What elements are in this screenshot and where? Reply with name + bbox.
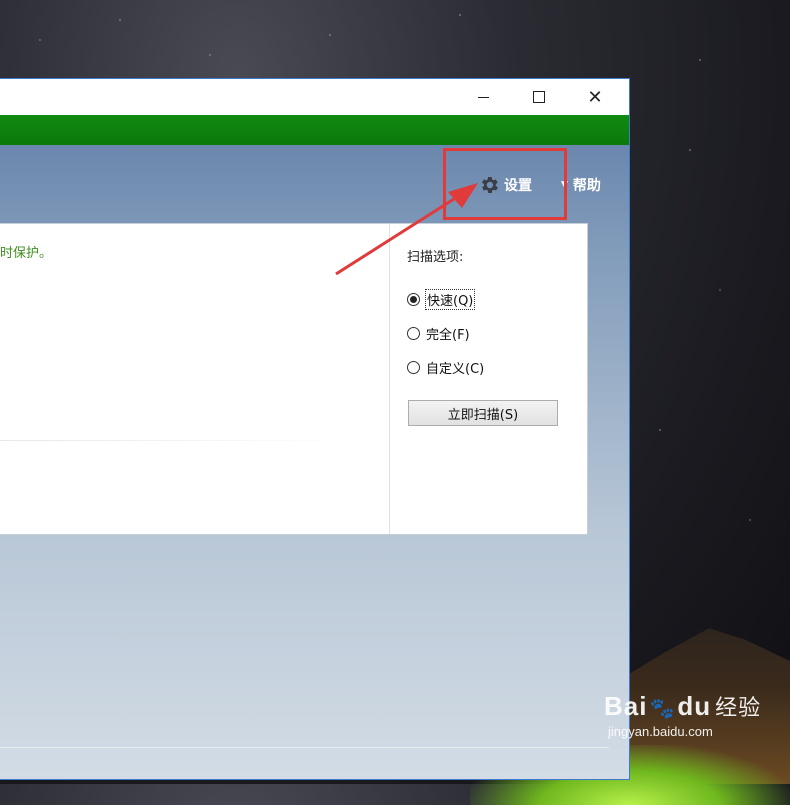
- close-button[interactable]: ✕: [572, 79, 618, 115]
- radio-custom-scan[interactable]: 自定义(C): [407, 358, 484, 377]
- baidu-jingyan-watermark: Bai 🐾du 经验 jingyan.baidu.com: [604, 690, 784, 739]
- close-icon: ✕: [587, 86, 603, 108]
- watermark-brand-suffix: du: [677, 691, 712, 721]
- radio-button-checked[interactable]: [407, 293, 420, 306]
- scan-panel: 时保护。 扫描选项: 快速(Q) 完全(F) 自定义(C) 立即扫描(S): [0, 223, 588, 535]
- radio-button[interactable]: [407, 327, 420, 340]
- divider: [0, 440, 360, 441]
- radio-label: 完全(F): [426, 328, 470, 343]
- radio-label: 自定义(C): [426, 362, 485, 377]
- scan-now-button[interactable]: 立即扫描(S): [408, 400, 558, 426]
- maximize-icon: [533, 91, 545, 103]
- status-header-bar: [0, 115, 629, 145]
- annotation-arrow-icon: [335, 183, 478, 276]
- protection-status-text: 时保护。: [0, 246, 53, 261]
- minimize-icon: [477, 96, 489, 98]
- paw-icon: 🐾: [649, 698, 676, 720]
- watermark-url: jingyan.baidu.com: [608, 724, 713, 739]
- maximize-button[interactable]: [516, 79, 562, 115]
- radio-label: 快速(Q): [424, 289, 476, 310]
- title-bar: ✕: [0, 79, 629, 115]
- bottom-divider: [0, 747, 609, 748]
- watermark-brand: Bai: [604, 691, 648, 721]
- help-label: 帮助: [572, 178, 601, 194]
- radio-button[interactable]: [407, 361, 420, 374]
- radio-quick-scan[interactable]: 快速(Q): [407, 289, 476, 310]
- minimize-button[interactable]: [460, 79, 506, 115]
- radio-full-scan[interactable]: 完全(F): [407, 324, 470, 343]
- watermark-logo: Bai 🐾du 经验: [604, 690, 784, 722]
- watermark-product: 经验: [715, 695, 762, 720]
